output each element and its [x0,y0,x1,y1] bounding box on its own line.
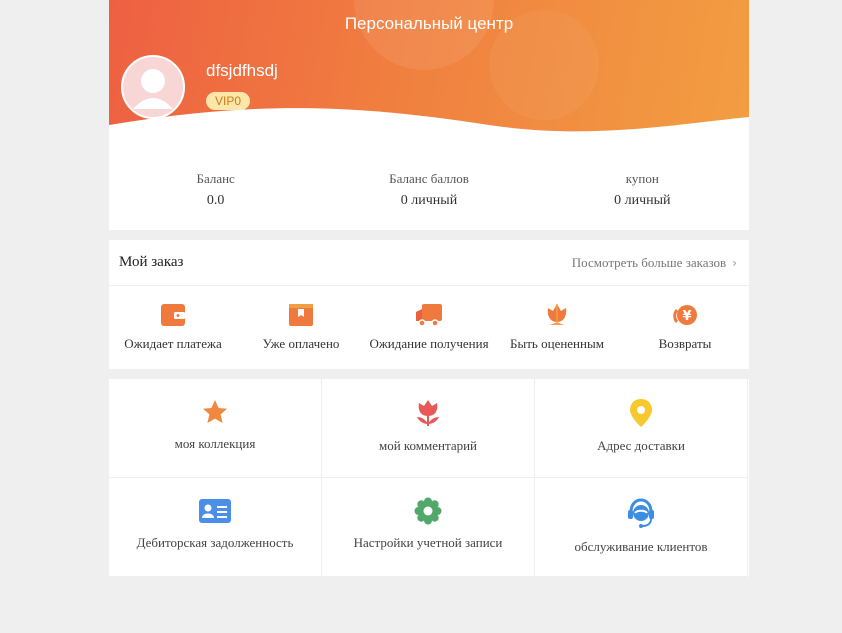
points-value: 0 личный [400,193,458,208]
order-pending-payment[interactable]: Ожидает платежа [109,286,237,369]
orders-header: Мой заказ Посмотреть больше заказов › [109,240,749,286]
order-returns[interactable]: ¥ Возвраты [621,286,749,369]
svg-text:¥: ¥ [682,309,691,324]
view-more-orders-link[interactable]: Посмотреть больше заказов › [572,255,737,271]
order-label: Ожидание получения [369,336,489,351]
balance-label: Баланс [196,171,235,186]
customer-service-item[interactable]: обслуживание клиентов [535,478,748,577]
flower-icon [547,304,567,325]
settings-gear-icon [414,497,442,525]
orders-section: Мой заказ Посмотреть больше заказов › Ож… [109,240,749,369]
grid-label: Дебиторская задолженность [136,535,294,550]
order-label: Ожидает платежа [124,336,222,351]
grid-label: моя коллекция [174,436,256,451]
order-label: Уже оплачено [262,336,340,351]
page-title: Персональный центр [344,14,514,33]
id-card-icon [199,499,231,523]
paid-box-icon [289,304,313,326]
grid-label: мой комментарий [378,438,478,453]
customer-service-icon [628,498,654,528]
order-paid[interactable]: Уже оплачено [237,286,365,369]
order-label: Быть оцененным [510,336,604,351]
header-decor-circle [354,0,494,70]
view-more-orders-label: Посмотреть больше заказов [571,254,727,270]
my-collection-item[interactable]: моя коллекция [109,379,322,478]
chevron-right-icon: › [732,255,737,270]
grid-label: обслуживание клиентов [574,539,708,554]
my-comments-item[interactable]: мой комментарий [322,379,535,478]
order-awaiting-receipt[interactable]: Ожидание получения [365,286,493,369]
account-settings-item[interactable]: Настройки учетной записи [322,478,535,577]
username: dfsjdfhsdj [206,61,278,80]
balance-row: Баланс 0.0 Баланс баллов 0 личный купон … [109,145,749,230]
personal-center-page: Персональный центр dfsjdfhsdj VIP0 Балан… [109,0,749,577]
tulip-icon [417,400,439,426]
order-status-row: Ожидает платежа Уже оплачено Ожидание по… [109,286,749,369]
balance-item[interactable]: Баланс 0.0 [109,145,322,230]
receivables-item[interactable]: Дебиторская задолженность [109,478,322,577]
orders-title: Мой заказ [119,254,184,270]
wallet-icon [161,304,185,326]
order-to-review[interactable]: Быть оцененным [493,286,621,369]
points-item[interactable]: Баланс баллов 0 личный [322,145,535,230]
delivery-truck-icon [416,304,442,327]
refund-yen-icon: ¥ [673,305,697,325]
coupon-label: купон [625,171,659,186]
grid-label: Адрес доставки [597,438,685,453]
services-grid: моя коллекция мой комментарий Адрес дост… [109,379,749,577]
profile-header: Персональный центр dfsjdfhsdj VIP0 [109,0,749,145]
star-icon [203,400,227,423]
location-pin-icon [630,399,652,427]
coupon-value: 0 личный [614,193,671,208]
balance-value: 0.0 [206,193,225,208]
coupon-item[interactable]: купон 0 личный [536,145,749,230]
grid-label: Настройки учетной записи [353,535,503,550]
order-label: Возвраты [658,336,712,351]
delivery-address-item[interactable]: Адрес доставки [535,379,748,478]
points-label: Баланс баллов [389,171,469,186]
header-wave [109,108,749,145]
